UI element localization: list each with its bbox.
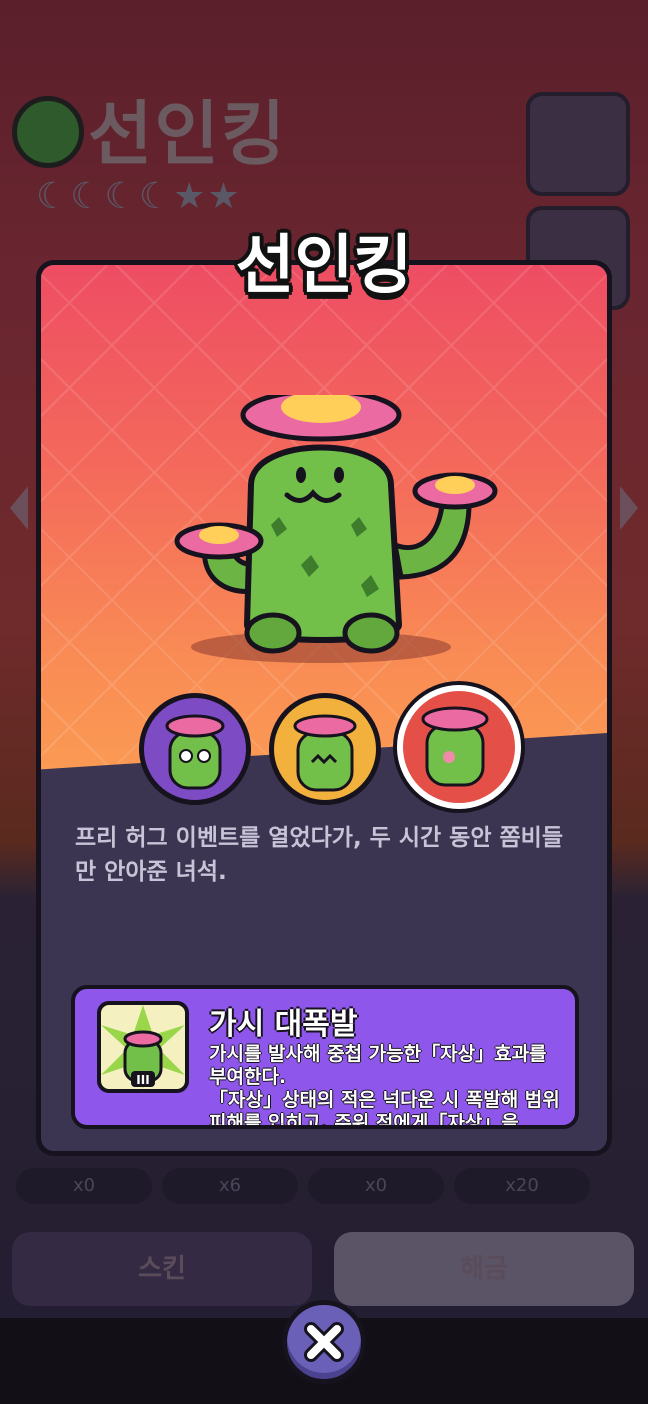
prev-arrow-icon	[10, 486, 28, 530]
cactus-character-illustration	[174, 395, 498, 663]
next-arrow-icon	[620, 486, 638, 530]
character-card: 프리 허그 이벤트를 열었다가, 두 시간 동안 쫌비들만 안아준 녀석. II…	[36, 260, 612, 1156]
close-icon	[304, 1322, 344, 1362]
skin-option-purple[interactable]	[139, 693, 251, 805]
cactus-skin-icon	[165, 714, 225, 790]
skill-panel: III 가시 대폭발 가시를 발사해 중첩 가능한「자상」효과를 부여한다. 「…	[71, 985, 579, 1129]
skill-level: III	[136, 1073, 149, 1087]
side-card-1	[526, 92, 630, 196]
rank-moons: ☾☾☾☾★★	[36, 176, 242, 217]
thorn-burst-icon: III	[101, 1005, 185, 1089]
skill-icon: III	[97, 1001, 189, 1093]
unlock-button: 해금	[334, 1232, 634, 1306]
popup-title: 선인킹	[235, 229, 413, 303]
counter-strip: x0 x6 x0 x20	[0, 1168, 648, 1208]
close-button[interactable]	[282, 1300, 366, 1384]
character-description: 프리 허그 이벤트를 열었다가, 두 시간 동안 쫌비들만 안아준 녀석.	[75, 825, 563, 885]
skin-button-label: 스킨	[138, 1254, 186, 1284]
cactus-skin-icon	[421, 706, 489, 787]
skin-selector	[41, 685, 607, 823]
check-badge-icon	[12, 96, 84, 168]
cactus-skin-icon	[293, 714, 357, 792]
skin-button: 스킨	[12, 1232, 312, 1306]
counter-pill: x0	[308, 1168, 444, 1204]
skill-description: 가시를 발사해 중첩 가능한「자상」효과를 부여한다. 「자상」상태의 적은 넉…	[209, 1043, 560, 1129]
counter-pill: x6	[162, 1168, 298, 1204]
background-title: 선인킹	[88, 93, 288, 175]
skin-option-red-selected[interactable]	[397, 685, 521, 809]
unlock-button-label: 해금	[460, 1254, 508, 1284]
skin-option-yellow[interactable]	[269, 693, 381, 805]
counter-pill: x20	[454, 1168, 590, 1204]
skill-title: 가시 대폭발	[209, 1007, 358, 1042]
counter-pill: x0	[16, 1168, 152, 1204]
